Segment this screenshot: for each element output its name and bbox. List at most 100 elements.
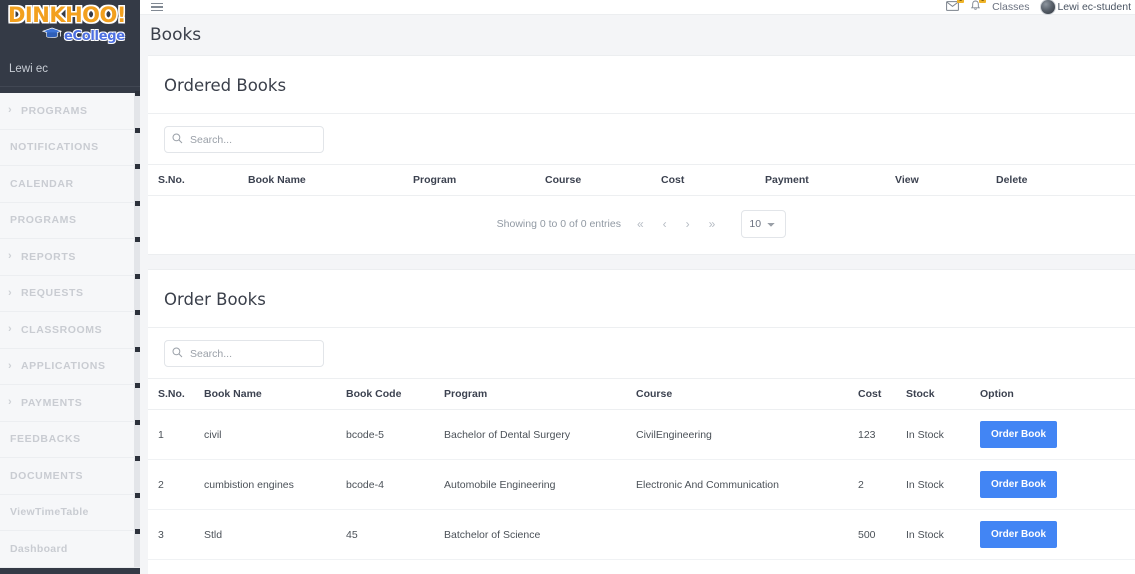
cell-course: CivilEngineering bbox=[636, 409, 858, 460]
brand-subtitle: eCollege bbox=[6, 27, 134, 45]
user-name-label: Lewi ec-student bbox=[1057, 1, 1131, 13]
chevron-right-icon: › bbox=[8, 323, 13, 336]
pagination-info: Showing 0 to 0 of 0 entries bbox=[496, 218, 621, 230]
sidebar-item-payments[interactable]: › PAYMENTS bbox=[0, 383, 140, 422]
order-books-card: Order Books Search... S.No. Book Name Bo… bbox=[148, 269, 1135, 574]
pagination-next-button[interactable]: › bbox=[683, 217, 693, 231]
messages-button[interactable]: 0 bbox=[946, 0, 965, 16]
content-scroll-area[interactable]: Ordered Books Search... S.No. Book Name … bbox=[140, 55, 1135, 574]
ordered-books-table: S.No. Book Name Program Course Cost Paym… bbox=[148, 164, 1135, 196]
table-header-row: S.No. Book Name Book Code Program Course… bbox=[148, 378, 1135, 410]
app-root: DINKHOO! eCollege Lewi ec › PROGRAMS NOT… bbox=[0, 0, 1135, 574]
chevron-right-icon: › bbox=[8, 104, 13, 117]
sidebar-item-label: REPORTS bbox=[21, 250, 76, 263]
column-header-payment[interactable]: Payment bbox=[765, 164, 895, 196]
sidebar-item-label: Dashboard bbox=[10, 542, 68, 555]
avatar bbox=[1040, 0, 1057, 15]
cell-option: Order Book bbox=[980, 459, 1135, 510]
ordered-books-pagination: Showing 0 to 0 of 0 entries « ‹ › » 10 bbox=[148, 196, 1135, 254]
cell-cost: 2 bbox=[858, 459, 906, 510]
ordered-books-search-row bbox=[148, 114, 1135, 164]
ordered-books-card: Ordered Books Search... S.No. Book Name … bbox=[148, 55, 1135, 255]
user-menu[interactable]: Lewi ec-student bbox=[1040, 0, 1131, 15]
order-books-table-head: S.No. Book Name Book Code Program Course… bbox=[148, 378, 1135, 410]
table-header-row: S.No. Book Name Program Course Cost Paym… bbox=[148, 164, 1135, 196]
hamburger-menu-icon[interactable] bbox=[150, 1, 164, 14]
table-row[interactable]: 3 Stld 45 Batchelor of Science 500 In St… bbox=[148, 509, 1135, 560]
chevron-right-icon: › bbox=[8, 286, 13, 299]
sidebar-item-notifications[interactable]: NOTIFICATIONS bbox=[0, 127, 140, 166]
cell-option: Order Book bbox=[980, 409, 1135, 460]
cell-book-name: civil bbox=[204, 409, 346, 460]
sidebar-item-dashboard[interactable]: Dashboard bbox=[0, 529, 140, 568]
cell-book-code: bcode-5 bbox=[346, 409, 444, 460]
order-books-search-input[interactable] bbox=[164, 340, 324, 367]
column-header-course[interactable]: Course bbox=[545, 164, 661, 196]
sidebar-divider bbox=[0, 86, 140, 87]
chevron-right-icon: › bbox=[8, 396, 13, 409]
chevron-right-icon: › bbox=[8, 250, 13, 263]
top-bar-right: 0 0 Classes Lewi ec-student bbox=[946, 0, 1132, 16]
sidebar-item-label: CLASSROOMS bbox=[21, 323, 103, 336]
cell-stock: In Stock bbox=[906, 459, 980, 510]
column-header-cost[interactable]: Cost bbox=[661, 164, 765, 196]
column-header-cost[interactable]: Cost bbox=[858, 378, 906, 410]
sidebar-item-programs-2[interactable]: PROGRAMS bbox=[0, 200, 140, 239]
brand-logo-text: DINKHOO! bbox=[8, 3, 126, 27]
sidebar-item-documents[interactable]: DOCUMENTS bbox=[0, 456, 140, 495]
column-header-program[interactable]: Program bbox=[413, 164, 545, 196]
brand-subtitle-text: eCollege bbox=[64, 28, 125, 44]
sidebar-item-viewtimetable[interactable]: ViewTimeTable bbox=[0, 492, 140, 531]
sidebar-item-applications[interactable]: › APPLICATIONS bbox=[0, 346, 140, 385]
pagination-prev-button[interactable]: ‹ bbox=[660, 217, 670, 231]
table-row[interactable]: 1 civil bcode-5 Bachelor of Dental Surge… bbox=[148, 409, 1135, 460]
sidebar-user-name: Lewi ec bbox=[9, 63, 48, 75]
ordered-books-search-input[interactable] bbox=[164, 126, 324, 153]
notifications-button[interactable]: 0 bbox=[970, 0, 987, 16]
page-title: Books bbox=[150, 25, 202, 45]
sidebar-item-calendar[interactable]: CALENDAR bbox=[0, 164, 140, 203]
chevron-right-icon: › bbox=[8, 359, 13, 372]
table-row[interactable]: 2 cumbistion engines bcode-4 Automobile … bbox=[148, 459, 1135, 510]
column-header-book-name[interactable]: Book Name bbox=[248, 164, 413, 196]
order-book-button[interactable]: Order Book bbox=[980, 471, 1058, 498]
sidebar-item-label: PROGRAMS bbox=[10, 214, 77, 227]
column-header-stock[interactable]: Stock bbox=[906, 378, 980, 410]
cell-option: Order Book bbox=[980, 509, 1135, 560]
sidebar-item-label: PAYMENTS bbox=[21, 396, 83, 409]
cell-book-name: cumbistion engines bbox=[204, 459, 346, 510]
sidebar-item-programs-1[interactable]: › PROGRAMS bbox=[0, 91, 140, 130]
order-book-button[interactable]: Order Book bbox=[980, 521, 1058, 548]
order-book-button[interactable]: Order Book bbox=[980, 421, 1058, 448]
pagination-last-button[interactable]: » bbox=[706, 217, 719, 231]
sidebar-item-label: FEEDBACKS bbox=[10, 433, 81, 446]
sidebar-item-reports[interactable]: › REPORTS bbox=[0, 237, 140, 276]
column-header-book-name[interactable]: Book Name bbox=[204, 378, 346, 410]
column-header-course[interactable]: Course bbox=[636, 378, 858, 410]
order-books-search-row bbox=[148, 328, 1135, 378]
column-header-sno[interactable]: S.No. bbox=[148, 164, 248, 196]
sidebar-item-classrooms[interactable]: › CLASSROOMS bbox=[0, 310, 140, 349]
notifications-badge: 0 bbox=[979, 0, 987, 3]
sidebar-item-requests[interactable]: › REQUESTS bbox=[0, 273, 140, 312]
sidebar-item-label: CALENDAR bbox=[10, 177, 74, 190]
classes-link[interactable]: Classes bbox=[992, 1, 1029, 13]
column-header-program[interactable]: Program bbox=[444, 378, 636, 410]
order-books-table-body: 1 civil bcode-5 Bachelor of Dental Surge… bbox=[148, 409, 1135, 560]
ordered-books-title: Ordered Books bbox=[164, 76, 287, 95]
column-header-option[interactable]: Option bbox=[980, 378, 1135, 410]
column-header-view[interactable]: View bbox=[895, 164, 996, 196]
column-header-delete[interactable]: Delete bbox=[996, 164, 1135, 196]
sidebar-item-label: NOTIFICATIONS bbox=[10, 141, 99, 154]
brand-logo[interactable]: DINKHOO! eCollege bbox=[0, 0, 140, 52]
page-size-select[interactable]: 10 bbox=[741, 210, 787, 238]
sidebar-item-feedbacks[interactable]: FEEDBACKS bbox=[0, 419, 140, 458]
column-header-book-code[interactable]: Book Code bbox=[346, 378, 444, 410]
page-header: Books bbox=[140, 15, 1135, 55]
cell-book-code: 45 bbox=[346, 509, 444, 560]
cell-program: Batchelor of Science bbox=[444, 509, 636, 560]
column-header-sno[interactable]: S.No. bbox=[148, 378, 204, 410]
sidebar-user: Lewi ec bbox=[0, 52, 140, 86]
pagination-first-button[interactable]: « bbox=[634, 217, 647, 231]
cell-course: Electronic And Communication bbox=[636, 459, 858, 510]
